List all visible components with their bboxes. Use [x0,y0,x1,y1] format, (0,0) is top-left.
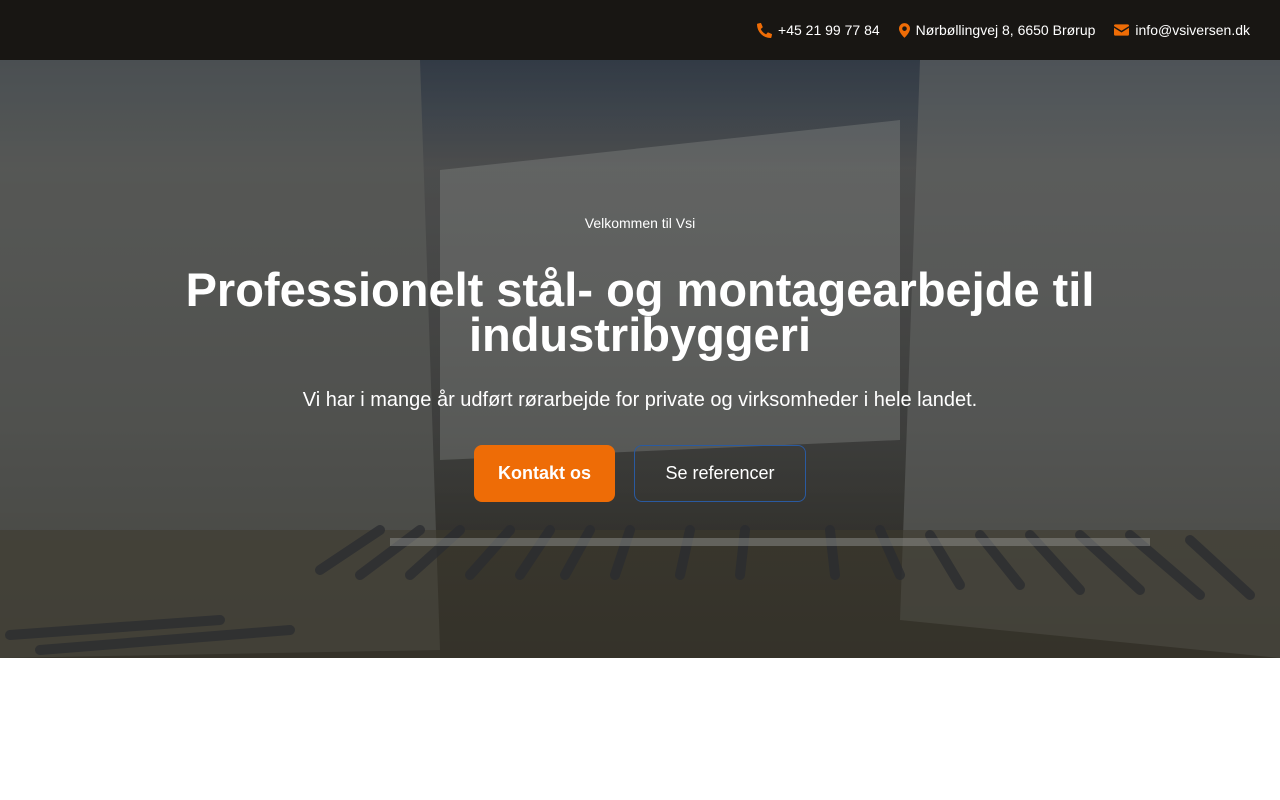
hero-eyebrow: Velkommen til Vsi [584,215,696,231]
see-references-button[interactable]: Se referencer [634,445,806,502]
contact-us-button[interactable]: Kontakt os [474,445,615,502]
hero-section: Velkommen til Vsi Professionelt stål- og… [0,60,1280,658]
hero-headline: Professionelt stål- og montagearbejde ti… [185,263,1095,361]
topbar-email-text: info@vsiversen.dk [1135,22,1250,38]
map-marker-icon [898,22,910,38]
topbar-address-text: Nørbøllingvej 8, 6650 Brørup [915,22,1096,38]
hero-subline: Vi har i mange år udført rørarbejde for … [302,389,978,411]
hero-content: Velkommen til Vsi Professionelt stål- og… [0,60,1280,658]
topbar-phone-text: +45 21 99 77 84 [778,22,880,38]
topbar-phone[interactable]: +45 21 99 77 84 [757,22,880,38]
phone-icon [757,22,773,38]
top-contact-bar: +45 21 99 77 84 Nørbøllingvej 8, 6650 Br… [0,0,1280,60]
hero-cta-row: Kontakt os Se referencer [474,445,806,502]
topbar-email[interactable]: info@vsiversen.dk [1114,22,1250,38]
envelope-icon [1114,24,1130,36]
topbar-address[interactable]: Nørbøllingvej 8, 6650 Brørup [898,22,1096,38]
